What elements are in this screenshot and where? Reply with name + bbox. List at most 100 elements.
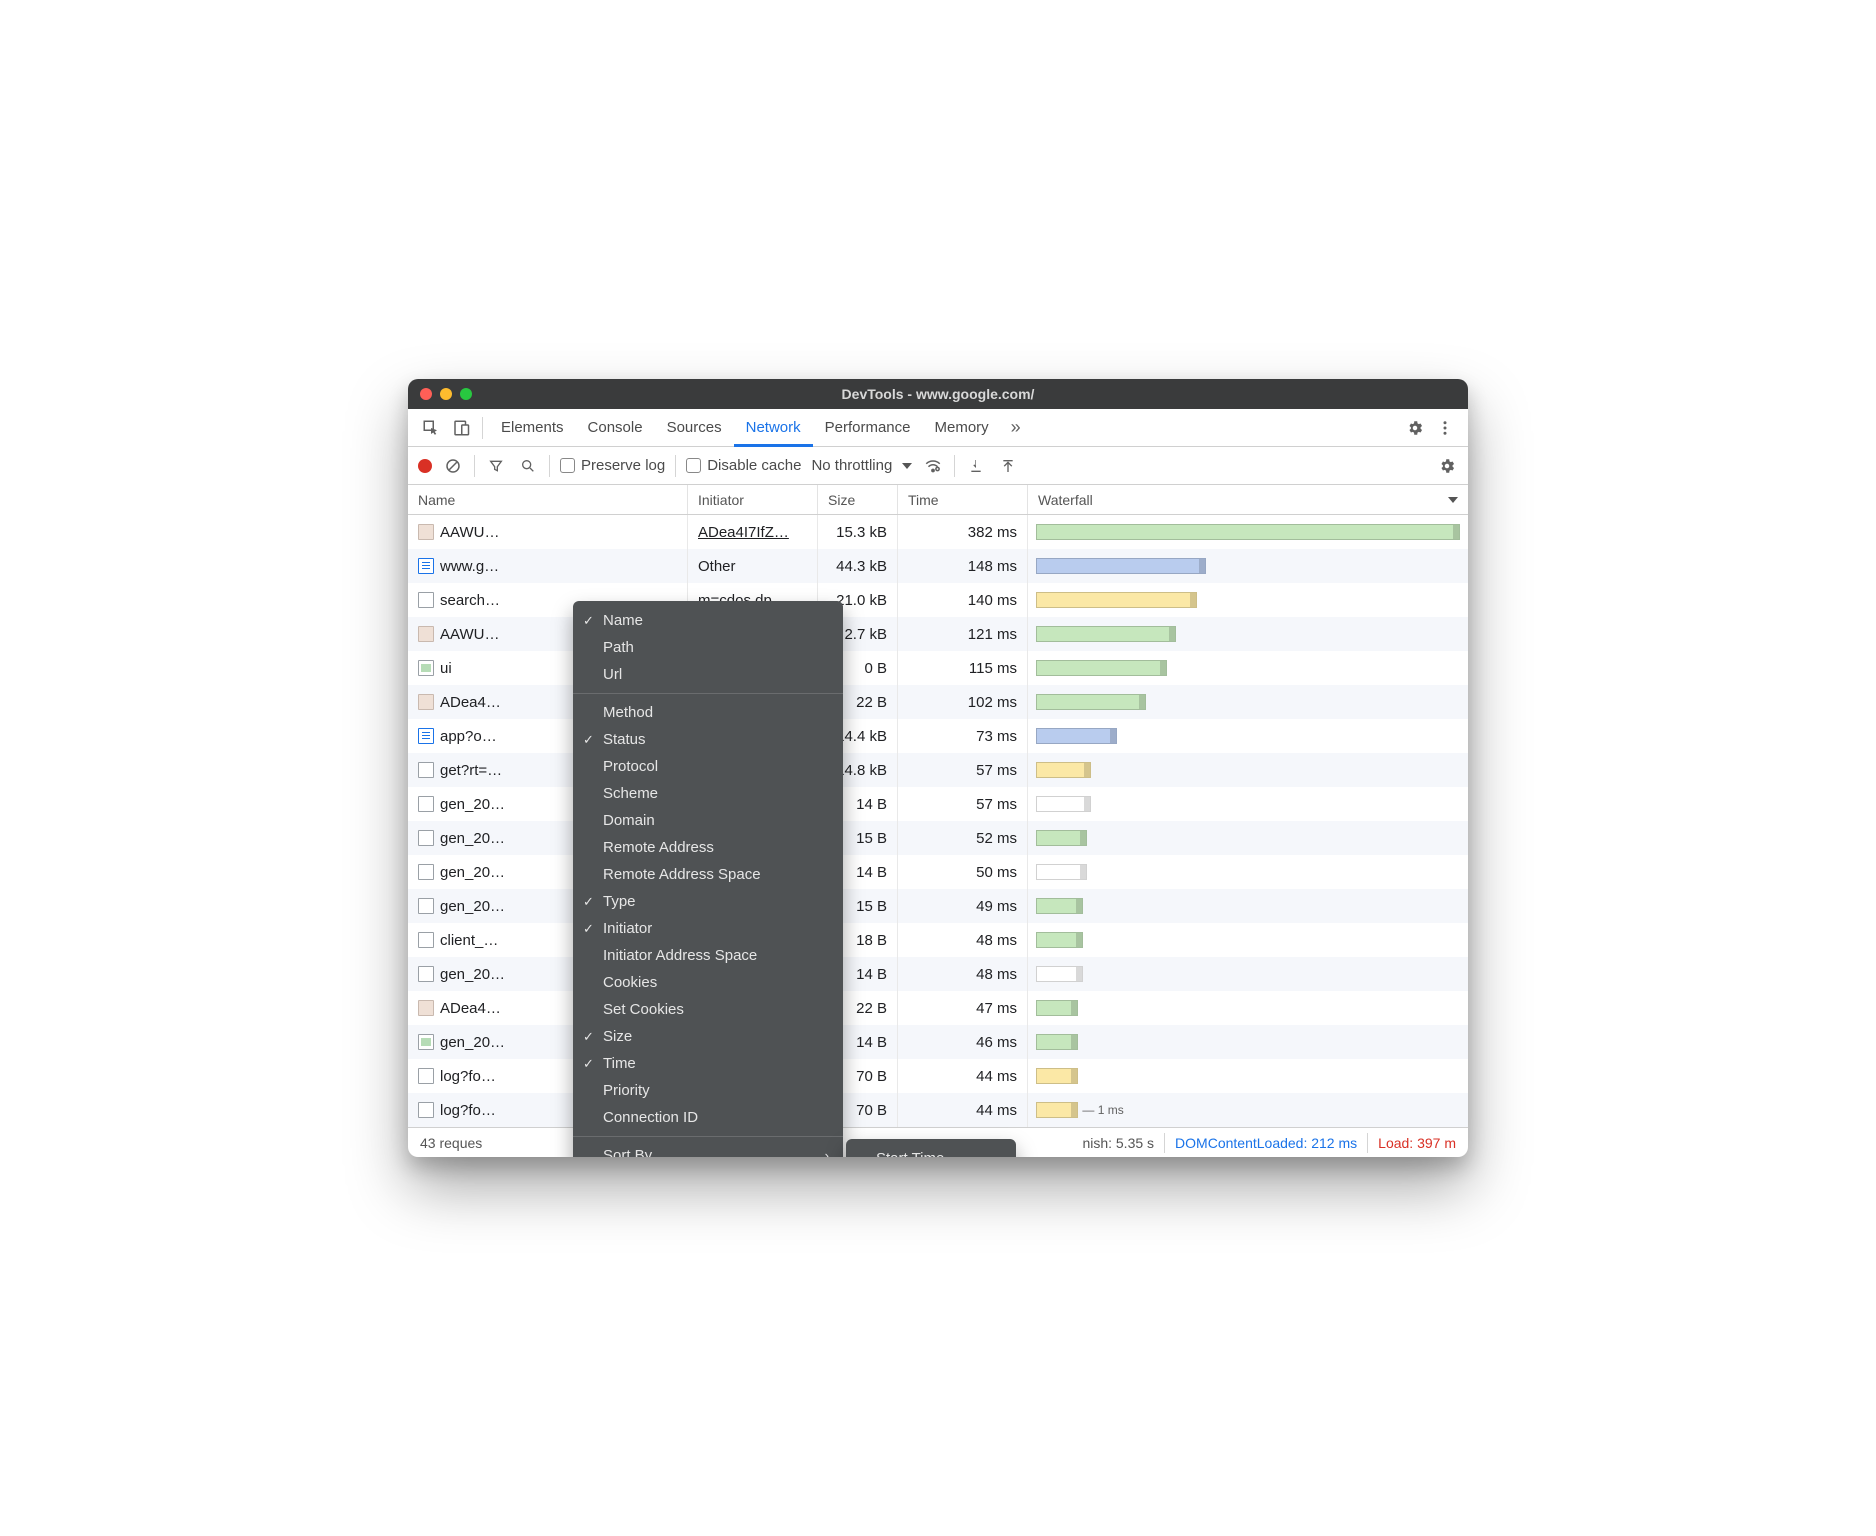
table-row[interactable]: ADea4…app?origin…22 B47 ms [408, 991, 1468, 1025]
table-row[interactable]: gen_20…(index):11615 B49 ms [408, 889, 1468, 923]
request-name: ADea4… [440, 1000, 501, 1017]
menu-item-remote-address-space[interactable]: Remote Address Space [573, 861, 843, 888]
menu-item-cookies[interactable]: Cookies [573, 969, 843, 996]
header-context-menu[interactable]: ✓NamePathUrl Method✓StatusProtocolSchemeD… [573, 601, 843, 1157]
table-row[interactable]: search…m=cdos,dp…21.0 kB140 ms [408, 583, 1468, 617]
table-row[interactable]: AAWU…ADea4I7IfZ…2.7 kB121 ms [408, 617, 1468, 651]
menu-item-initiator-address-space[interactable]: Initiator Address Space [573, 942, 843, 969]
request-name: ui [440, 660, 452, 677]
request-name: gen_20… [440, 830, 505, 847]
kebab-menu-icon[interactable] [1430, 413, 1460, 443]
export-har-icon[interactable] [997, 455, 1019, 477]
throttling-value: No throttling [811, 457, 892, 474]
tab-elements[interactable]: Elements [489, 409, 576, 447]
table-row[interactable]: log?fo…70 B44 ms [408, 1059, 1468, 1093]
window-controls [408, 388, 472, 400]
request-time: 48 ms [898, 923, 1028, 957]
menu-item-method[interactable]: Method [573, 699, 843, 726]
menu-item-protocol[interactable]: Protocol [573, 753, 843, 780]
menu-item-time[interactable]: ✓Time [573, 1050, 843, 1077]
close-window-button[interactable] [420, 388, 432, 400]
table-row[interactable]: www.g…Other44.3 kB148 ms [408, 549, 1468, 583]
minimize-window-button[interactable] [440, 388, 452, 400]
network-settings-icon[interactable] [1436, 455, 1458, 477]
menu-item-initiator[interactable]: ✓Initiator [573, 915, 843, 942]
table-row[interactable]: log?fo…70 B44 ms— 1 ms [408, 1093, 1468, 1127]
table-row[interactable]: ADea4…(index)22 B102 ms [408, 685, 1468, 719]
titlebar: DevTools - www.google.com/ [408, 379, 1468, 409]
throttling-select[interactable]: No throttling [811, 457, 912, 474]
disable-cache-label: Disable cache [707, 457, 801, 474]
preserve-log-label: Preserve log [581, 457, 665, 474]
menu-item-path[interactable]: Path [573, 634, 843, 661]
request-time: 47 ms [898, 991, 1028, 1025]
table-row[interactable]: gen_20…(index):1214 B50 ms [408, 855, 1468, 889]
record-button[interactable] [418, 459, 432, 473]
menu-item-name[interactable]: ✓Name [573, 607, 843, 634]
menu-item-priority[interactable]: Priority [573, 1077, 843, 1104]
file-icon [418, 762, 434, 778]
menu-item-status[interactable]: ✓Status [573, 726, 843, 753]
table-row[interactable]: app?o…rs=AA2YrT…14.4 kB73 ms [408, 719, 1468, 753]
request-time: 148 ms [898, 549, 1028, 583]
table-row[interactable]: uim=DhPYm…0 B115 ms [408, 651, 1468, 685]
menu-item-domain[interactable]: Domain [573, 807, 843, 834]
waterfall-submenu[interactable]: Start TimeResponse TimeEnd Time✓Total Du… [846, 1139, 1016, 1157]
status-domcontentloaded: DOMContentLoaded: 212 ms [1175, 1135, 1357, 1151]
clear-icon[interactable] [442, 455, 464, 477]
menu-item-connection-id[interactable]: Connection ID [573, 1104, 843, 1131]
file-icon [418, 966, 434, 982]
request-initiator: Other [698, 558, 736, 575]
menu-item-url[interactable]: Url [573, 661, 843, 688]
preserve-log-checkbox[interactable]: Preserve log [560, 457, 665, 474]
request-waterfall [1028, 1059, 1468, 1093]
table-row[interactable]: gen_20…(index):21514 B48 ms [408, 957, 1468, 991]
table-row[interactable]: gen_20…14 B46 ms [408, 1025, 1468, 1059]
filter-icon[interactable] [485, 455, 507, 477]
disable-cache-checkbox[interactable]: Disable cache [686, 457, 801, 474]
table-row[interactable]: gen_20…(index):11615 B52 ms [408, 821, 1468, 855]
zoom-window-button[interactable] [460, 388, 472, 400]
col-waterfall[interactable]: Waterfall [1028, 485, 1468, 514]
request-name: gen_20… [440, 796, 505, 813]
more-tabs-button[interactable]: » [1001, 413, 1031, 443]
menu-item-remote-address[interactable]: Remote Address [573, 834, 843, 861]
search-icon[interactable] [517, 455, 539, 477]
table-row[interactable]: client_…(index):318 B48 ms [408, 923, 1468, 957]
request-waterfall [1028, 923, 1468, 957]
col-time[interactable]: Time [898, 485, 1028, 514]
devtools-window: DevTools - www.google.com/ ElementsConso… [408, 379, 1468, 1157]
request-waterfall [1028, 855, 1468, 889]
request-time: 44 ms [898, 1059, 1028, 1093]
network-toolbar: Preserve log Disable cache No throttling [408, 447, 1468, 485]
table-row[interactable]: get?rt=…rs=AA2YrT…14.8 kB57 ms [408, 753, 1468, 787]
tab-sources[interactable]: Sources [655, 409, 734, 447]
table-row[interactable]: gen_20…m=cdos,dp…14 B57 ms [408, 787, 1468, 821]
menu-item-set-cookies[interactable]: Set Cookies [573, 996, 843, 1023]
tab-network[interactable]: Network [734, 409, 813, 447]
import-har-icon[interactable] [965, 455, 987, 477]
menu-item-size[interactable]: ✓Size [573, 1023, 843, 1050]
device-toolbar-icon[interactable] [446, 413, 476, 443]
settings-icon[interactable] [1400, 413, 1430, 443]
request-time: 52 ms [898, 821, 1028, 855]
tab-memory[interactable]: Memory [923, 409, 1001, 447]
menu-item-scheme[interactable]: Scheme [573, 780, 843, 807]
image-icon [418, 660, 434, 676]
request-initiator[interactable]: ADea4I7IfZ… [698, 524, 789, 541]
col-name[interactable]: Name [408, 485, 688, 514]
inspect-element-icon[interactable] [416, 413, 446, 443]
request-name: AAWU… [440, 524, 499, 541]
menu-item-type[interactable]: ✓Type [573, 888, 843, 915]
tab-performance[interactable]: Performance [813, 409, 923, 447]
network-conditions-icon[interactable] [922, 455, 944, 477]
request-time: 57 ms [898, 787, 1028, 821]
submenu-item-start-time[interactable]: Start Time [846, 1145, 1016, 1157]
menu-item-sort-by[interactable]: Sort By› [573, 1142, 843, 1157]
tab-console[interactable]: Console [576, 409, 655, 447]
col-initiator[interactable]: Initiator [688, 485, 818, 514]
request-waterfall [1028, 685, 1468, 719]
status-load: Load: 397 m [1378, 1135, 1456, 1151]
col-size[interactable]: Size [818, 485, 898, 514]
table-row[interactable]: AAWU…ADea4I7IfZ…15.3 kB382 ms [408, 515, 1468, 549]
